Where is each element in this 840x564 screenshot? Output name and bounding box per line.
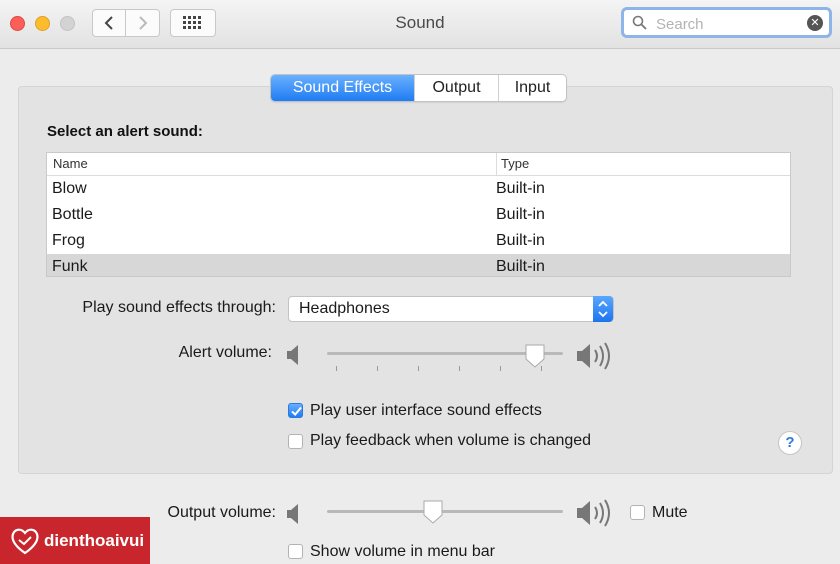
- table-row-selected[interactable]: Funk Built-in: [47, 254, 790, 276]
- column-header-name[interactable]: Name: [53, 156, 88, 171]
- alert-volume-label: Alert volume:: [178, 344, 272, 361]
- brand-watermark: dienthoaivui: [0, 517, 150, 564]
- alert-volume-thumb[interactable]: [524, 344, 546, 368]
- sound-type: Built-in: [496, 206, 545, 223]
- table-row[interactable]: Frog Built-in: [47, 228, 790, 254]
- alert-sound-heading: Select an alert sound:: [47, 123, 203, 140]
- slider-tick: [336, 366, 337, 371]
- handshake-heart-logo-icon: [11, 528, 39, 554]
- table-row[interactable]: Bottle Built-in: [47, 202, 790, 228]
- clear-search-icon[interactable]: ✕: [807, 15, 823, 31]
- sound-type: Built-in: [496, 232, 545, 249]
- tab-sound-effects[interactable]: Sound Effects: [271, 75, 414, 101]
- output-volume-track[interactable]: [327, 510, 563, 513]
- table-header: Name Type: [47, 153, 790, 176]
- sound-type: Built-in: [496, 258, 545, 275]
- sound-name: Blow: [52, 180, 87, 197]
- column-header-type[interactable]: Type: [496, 153, 529, 175]
- show-volume-menubar-checkbox[interactable]: [288, 544, 303, 559]
- sound-name: Funk: [52, 258, 88, 275]
- ui-sounds-checkbox[interactable]: [288, 403, 303, 418]
- help-button[interactable]: ?: [778, 431, 802, 455]
- table-row[interactable]: Blow Built-in: [47, 176, 790, 202]
- slider-tick: [377, 366, 378, 371]
- tab-bar: Sound Effects Output Input: [270, 74, 567, 102]
- feedback-checkbox[interactable]: [288, 434, 303, 449]
- show-volume-menubar-label[interactable]: Show volume in menu bar: [310, 543, 495, 561]
- mute-label[interactable]: Mute: [652, 504, 688, 522]
- slider-tick: [500, 366, 501, 371]
- speaker-low-icon: [287, 504, 298, 524]
- mute-checkbox[interactable]: [630, 505, 645, 520]
- sound-name: Frog: [52, 232, 85, 249]
- slider-tick: [418, 366, 419, 371]
- sound-name: Bottle: [52, 206, 93, 223]
- play-through-label: Play sound effects through:: [82, 299, 276, 316]
- title-bar: Sound ✕: [0, 0, 840, 49]
- speaker-low-icon: [287, 345, 298, 365]
- play-through-value: Headphones: [299, 300, 390, 317]
- select-arrows-icon: [593, 296, 613, 322]
- search-box[interactable]: ✕: [621, 7, 832, 38]
- alert-sound-table: Name Type Blow Built-in Bottle Built-in …: [46, 152, 791, 277]
- play-through-select[interactable]: Headphones: [288, 296, 614, 322]
- column-header-type-label: Type: [501, 156, 530, 171]
- output-volume-thumb[interactable]: [422, 500, 444, 524]
- tab-input[interactable]: Input: [498, 75, 566, 101]
- brand-name: dienthoaivui: [44, 530, 145, 550]
- sound-type: Built-in: [496, 180, 545, 197]
- feedback-label[interactable]: Play feedback when volume is changed: [310, 432, 591, 450]
- search-icon: [632, 15, 647, 30]
- tab-output[interactable]: Output: [414, 75, 498, 101]
- speaker-high-icon: [577, 499, 610, 527]
- slider-tick: [459, 366, 460, 371]
- ui-sounds-label[interactable]: Play user interface sound effects: [310, 402, 542, 420]
- search-input[interactable]: [654, 13, 808, 35]
- checkmark-icon: [291, 406, 302, 416]
- speaker-high-icon: [577, 342, 610, 370]
